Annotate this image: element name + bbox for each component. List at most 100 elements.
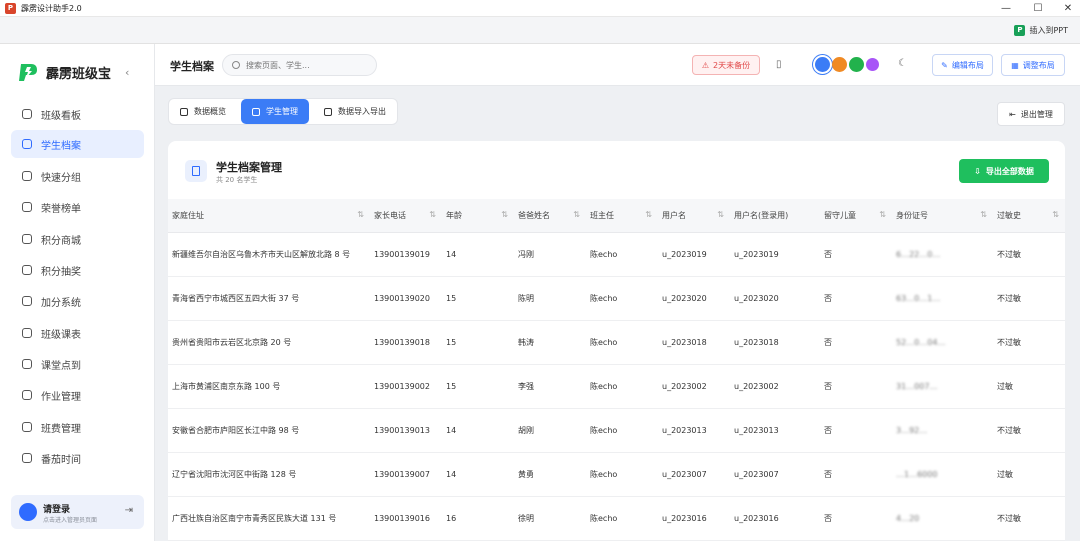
sidebar-item-timetable[interactable]: 班级课表 <box>11 319 144 347</box>
export-all-button[interactable]: ⇩ 导出全部数据 <box>959 159 1049 183</box>
tab-student-management[interactable]: 学生管理 <box>241 99 309 124</box>
table-cell: 52…0…04… <box>892 320 993 365</box>
table-cell: 安徽省合肥市庐阳区长江中路 98 号 <box>168 408 370 453</box>
sidebar-item-label: 学生档案 <box>41 140 81 152</box>
sidebar-toggle-icon[interactable]: ▯ <box>776 59 782 70</box>
table-cell: 4…20 <box>892 496 993 541</box>
sidebar-item-bonus-system[interactable]: 加分系统 <box>11 287 144 315</box>
table-row[interactable]: 新疆维吾尔自治区乌鲁木齐市天山区解放北路 8 号 13900139019 14 冯刚陈… <box>168 232 1065 277</box>
column-header[interactable]: 身份证号 ⇅ <box>892 199 993 233</box>
table-cell: 李强 <box>514 364 586 409</box>
people-icon <box>22 139 32 149</box>
table-cell: 陈echo <box>586 496 658 541</box>
theme-color-orange[interactable] <box>832 57 847 72</box>
table-cell: 陈echo <box>586 452 658 497</box>
table-cell: u_2023018 <box>730 320 820 365</box>
edit-layout-label: 编辑布局 <box>951 60 984 70</box>
sidebar-item-points-shop[interactable]: 积分商城 <box>11 225 144 253</box>
brand: 霹雳班级宝 <box>18 62 111 82</box>
sidebar-item-quick-group[interactable]: 快速分组 <box>11 162 144 190</box>
sort-icon: ⇅ <box>717 210 724 219</box>
table-cell: 过敏 <box>993 452 1065 497</box>
sidebar-item-points-lottery[interactable]: 积分抽奖 <box>11 256 144 284</box>
column-header[interactable]: 班主任 ⇅ <box>586 199 658 233</box>
column-header[interactable]: 用户名 ⇅ <box>658 199 730 233</box>
sidebar-item-roll-call[interactable]: 课堂点到 <box>11 350 144 378</box>
page-title: 学生档案 <box>170 60 214 73</box>
column-header[interactable]: 用户名(登录用) <box>730 199 820 233</box>
table-row[interactable]: 安徽省合肥市庐阳区长江中路 98 号 13900139013 14 胡刚 陈echo u_… <box>168 408 1065 453</box>
theme-color-blue[interactable] <box>815 57 830 72</box>
exit-management-button[interactable]: ⇤ 退出管理 <box>997 102 1065 126</box>
warning-icon: ⚠ <box>701 60 710 70</box>
sort-icon: ⇅ <box>357 210 364 219</box>
sidebar-item-label: 积分抽奖 <box>41 266 81 278</box>
edit-layout-button[interactable]: ✎ 编辑布局 <box>932 54 993 76</box>
table-cell: 韩涛 <box>514 320 586 365</box>
trophy-icon <box>22 202 32 212</box>
theme-color-purple[interactable] <box>866 58 879 71</box>
sort-icon: ⇅ <box>573 210 580 219</box>
column-header[interactable]: 家庭住址 ⇅ <box>168 199 370 233</box>
close-button[interactable]: ✕ <box>1052 0 1080 17</box>
sort-icon: ⇅ <box>980 210 987 219</box>
table-row[interactable]: 广西壮族自治区南宁市青秀区民族大道 131 号 13900139016 16 徐明 陈e… <box>168 496 1065 541</box>
moon-icon[interactable]: ☾ <box>898 58 907 69</box>
backup-warning-badge[interactable]: ⚠ 2天未备份 <box>692 55 760 75</box>
table-cell: 青海省西宁市城西区五四大街 37 号 <box>168 276 370 321</box>
column-header[interactable]: 留守儿童 ⇅ <box>820 199 892 233</box>
table-cell: 13900139016 <box>370 496 442 541</box>
login-box[interactable]: 请登录 点击进入管理员页面 ⇥ <box>11 495 144 529</box>
table-cell: 冯刚 <box>514 232 586 277</box>
column-header[interactable]: 家长电话 ⇅ <box>370 199 442 233</box>
logout-icon[interactable]: ⇥ <box>125 505 133 516</box>
import-icon <box>324 107 332 116</box>
theme-color-green[interactable] <box>849 57 864 72</box>
column-header[interactable]: 年龄 ⇅ <box>442 199 514 233</box>
insert-ppt-label: 插入到PPT <box>1029 26 1068 35</box>
sidebar-item-pomodoro[interactable]: 番茄时间 <box>11 444 144 472</box>
sidebar-item-student-records[interactable]: 学生档案 <box>11 130 144 158</box>
table-cell: 6…22…0… <box>892 232 993 277</box>
insert-ppt-button[interactable]: P 插入到PPT <box>1014 25 1068 36</box>
sidebar-item-honor-list[interactable]: 荣誉榜单 <box>11 193 144 221</box>
plus-icon <box>22 296 32 306</box>
table-cell: 14 <box>442 452 514 497</box>
sidebar-item-dashboard[interactable]: 班级看板 <box>11 100 144 128</box>
tab-import-export[interactable]: 数据导入导出 <box>313 99 397 124</box>
adjust-layout-button[interactable]: ▦ 调整布局 <box>1001 54 1065 76</box>
table-cell: 陈echo <box>586 408 658 453</box>
sidebar-item-label: 班级课表 <box>41 329 81 341</box>
tab-label: 学生管理 <box>266 107 298 116</box>
table-cell: 不过敏 <box>993 496 1065 541</box>
sort-icon: ⇅ <box>645 210 652 219</box>
book-icon <box>22 390 32 400</box>
tab-label: 数据概览 <box>194 107 226 116</box>
header: 学生档案 ⚠ 2天未备份 ▯ ☾ ✎ 编辑布局 ▦ 调整布局 <box>155 44 1080 86</box>
sidebar-item-class-fee[interactable]: 班费管理 <box>11 413 144 441</box>
check-icon <box>22 359 32 369</box>
sort-icon: ⇅ <box>1052 210 1059 219</box>
search-input[interactable] <box>246 60 366 70</box>
maximize-button[interactable]: ☐ <box>1022 0 1054 17</box>
table-row[interactable]: 上海市黄浦区南京东路 100 号 13900139002 15 李强 陈echo u_20… <box>168 364 1065 409</box>
minimize-button[interactable]: — <box>990 0 1022 17</box>
table-cell: 陈明 <box>514 276 586 321</box>
adjust-layout-label: 调整布局 <box>1022 60 1055 70</box>
table-row[interactable]: 青海省西宁市城西区五四大街 37 号 13900139020 15 陈明 陈echo u_… <box>168 276 1065 321</box>
table-cell: u_2023013 <box>658 408 730 453</box>
sidebar-item-homework[interactable]: 作业管理 <box>11 381 144 409</box>
tab-data-overview[interactable]: 数据概览 <box>169 99 237 124</box>
column-header[interactable]: 爸爸姓名 ⇅ <box>514 199 586 233</box>
column-header[interactable]: 过敏史 ⇅ <box>993 199 1065 233</box>
chart-icon <box>22 109 32 119</box>
ppt-icon: P <box>1014 25 1026 36</box>
table-cell: u_2023002 <box>730 364 820 409</box>
table-row[interactable]: 贵州省贵阳市云岩区北京路 20 号 13900139018 15 韩涛 陈echo u_2… <box>168 320 1065 365</box>
table-cell: 陈echo <box>586 232 658 277</box>
search-box[interactable] <box>222 54 377 76</box>
table-cell: 否 <box>820 276 892 321</box>
collapse-sidebar-icon[interactable]: ‹ <box>125 66 129 79</box>
table-row[interactable]: 辽宁省沈阳市沈河区中街路 128 号 13900139007 14 黄勇 陈echo u_… <box>168 452 1065 497</box>
wallet-icon <box>22 422 32 432</box>
